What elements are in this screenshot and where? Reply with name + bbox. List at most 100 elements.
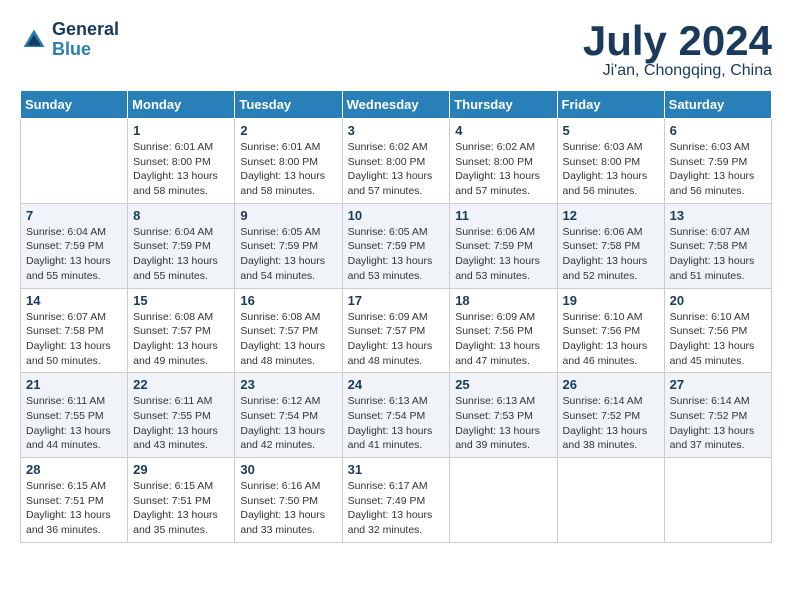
calendar-cell xyxy=(557,458,664,543)
calendar-cell: 7 Sunrise: 6:04 AMSunset: 7:59 PMDaylight… xyxy=(21,203,128,288)
day-info: Sunrise: 6:10 AMSunset: 7:56 PMDaylight:… xyxy=(563,310,659,369)
calendar-cell: 9 Sunrise: 6:05 AMSunset: 7:59 PMDaylight… xyxy=(235,203,342,288)
logo: General Blue xyxy=(20,20,119,60)
calendar-week-2: 7 Sunrise: 6:04 AMSunset: 7:59 PMDaylight… xyxy=(21,203,772,288)
day-number: 20 xyxy=(670,293,766,308)
calendar-cell: 3 Sunrise: 6:02 AMSunset: 8:00 PMDaylight… xyxy=(342,119,450,204)
day-number: 18 xyxy=(455,293,551,308)
calendar-week-4: 21 Sunrise: 6:11 AMSunset: 7:55 PMDayligh… xyxy=(21,373,772,458)
day-number: 7 xyxy=(26,208,122,223)
day-number: 14 xyxy=(26,293,122,308)
day-number: 3 xyxy=(348,123,445,138)
logo-icon xyxy=(20,26,48,54)
day-info: Sunrise: 6:09 AMSunset: 7:56 PMDaylight:… xyxy=(455,310,551,369)
day-info: Sunrise: 6:15 AMSunset: 7:51 PMDaylight:… xyxy=(26,479,122,538)
calendar-cell: 10 Sunrise: 6:05 AMSunset: 7:59 PMDayligh… xyxy=(342,203,450,288)
day-number: 22 xyxy=(133,377,229,392)
day-info: Sunrise: 6:05 AMSunset: 7:59 PMDaylight:… xyxy=(240,225,336,284)
day-info: Sunrise: 6:13 AMSunset: 7:53 PMDaylight:… xyxy=(455,394,551,453)
day-number: 16 xyxy=(240,293,336,308)
day-info: Sunrise: 6:09 AMSunset: 7:57 PMDaylight:… xyxy=(348,310,445,369)
calendar-cell: 5Sunrise: 6:03 AMSunset: 8:00 PMDaylight… xyxy=(557,119,664,204)
column-header-thursday: Thursday xyxy=(450,91,557,119)
day-number: 5 xyxy=(563,123,659,138)
calendar-cell: 12Sunrise: 6:06 AMSunset: 7:58 PMDayligh… xyxy=(557,203,664,288)
calendar-cell: 17 Sunrise: 6:09 AMSunset: 7:57 PMDayligh… xyxy=(342,288,450,373)
day-number: 10 xyxy=(348,208,445,223)
day-info: Sunrise: 6:02 AMSunset: 8:00 PMDaylight:… xyxy=(348,140,445,199)
day-info: Sunrise: 6:10 AMSunset: 7:56 PMDaylight:… xyxy=(670,310,766,369)
calendar-cell: 29 Sunrise: 6:15 AMSunset: 7:51 PMDayligh… xyxy=(128,458,235,543)
day-number: 21 xyxy=(26,377,122,392)
day-info: Sunrise: 6:06 AMSunset: 7:58 PMDaylight:… xyxy=(563,225,659,284)
calendar-cell xyxy=(450,458,557,543)
day-number: 17 xyxy=(348,293,445,308)
calendar-cell xyxy=(21,119,128,204)
day-number: 11 xyxy=(455,208,551,223)
calendar-cell: 8 Sunrise: 6:04 AMSunset: 7:59 PMDaylight… xyxy=(128,203,235,288)
day-number: 19 xyxy=(563,293,659,308)
day-info: Sunrise: 6:14 AMSunset: 7:52 PMDaylight:… xyxy=(563,394,659,453)
calendar-cell: 18 Sunrise: 6:09 AMSunset: 7:56 PMDayligh… xyxy=(450,288,557,373)
calendar-cell xyxy=(664,458,771,543)
day-number: 6 xyxy=(670,123,766,138)
day-number: 31 xyxy=(348,462,445,477)
calendar-cell: 22 Sunrise: 6:11 AMSunset: 7:55 PMDayligh… xyxy=(128,373,235,458)
day-number: 29 xyxy=(133,462,229,477)
day-info: Sunrise: 6:08 AMSunset: 7:57 PMDaylight:… xyxy=(133,310,229,369)
calendar-cell: 19 Sunrise: 6:10 AMSunset: 7:56 PMDayligh… xyxy=(557,288,664,373)
day-info: Sunrise: 6:04 AMSunset: 7:59 PMDaylight:… xyxy=(26,225,122,284)
day-info: Sunrise: 6:15 AMSunset: 7:51 PMDaylight:… xyxy=(133,479,229,538)
calendar-cell: 30 Sunrise: 6:16 AMSunset: 7:50 PMDayligh… xyxy=(235,458,342,543)
day-info: Sunrise: 6:06 AMSunset: 7:59 PMDaylight:… xyxy=(455,225,551,284)
calendar-cell: 6 Sunrise: 6:03 AMSunset: 7:59 PMDaylight… xyxy=(664,119,771,204)
calendar-week-3: 14 Sunrise: 6:07 AMSunset: 7:58 PMDayligh… xyxy=(21,288,772,373)
day-info: Sunrise: 6:01 AMSunset: 8:00 PMDaylight:… xyxy=(133,140,229,199)
day-info: Sunrise: 6:02 AMSunset: 8:00 PMDaylight:… xyxy=(455,140,551,199)
day-info: Sunrise: 6:11 AMSunset: 7:55 PMDaylight:… xyxy=(133,394,229,453)
day-info: Sunrise: 6:17 AMSunset: 7:49 PMDaylight:… xyxy=(348,479,445,538)
calendar-cell: 14 Sunrise: 6:07 AMSunset: 7:58 PMDayligh… xyxy=(21,288,128,373)
page-header: General Blue July 2024 Ji'an, Chongqing,… xyxy=(20,20,772,80)
calendar-cell: 2Sunrise: 6:01 AMSunset: 8:00 PMDaylight… xyxy=(235,119,342,204)
day-number: 27 xyxy=(670,377,766,392)
day-number: 13 xyxy=(670,208,766,223)
column-header-saturday: Saturday xyxy=(664,91,771,119)
day-info: Sunrise: 6:13 AMSunset: 7:54 PMDaylight:… xyxy=(348,394,445,453)
calendar-cell: 20 Sunrise: 6:10 AMSunset: 7:56 PMDayligh… xyxy=(664,288,771,373)
day-number: 1 xyxy=(133,123,229,138)
day-info: Sunrise: 6:14 AMSunset: 7:52 PMDaylight:… xyxy=(670,394,766,453)
day-number: 24 xyxy=(348,377,445,392)
calendar-cell: 24 Sunrise: 6:13 AMSunset: 7:54 PMDayligh… xyxy=(342,373,450,458)
day-number: 8 xyxy=(133,208,229,223)
calendar-week-5: 28 Sunrise: 6:15 AMSunset: 7:51 PMDayligh… xyxy=(21,458,772,543)
logo-text: General Blue xyxy=(52,20,119,60)
column-header-sunday: Sunday xyxy=(21,91,128,119)
day-info: Sunrise: 6:01 AMSunset: 8:00 PMDaylight:… xyxy=(240,140,336,199)
subtitle: Ji'an, Chongqing, China xyxy=(583,62,772,80)
column-header-wednesday: Wednesday xyxy=(342,91,450,119)
calendar-cell: 26Sunrise: 6:14 AMSunset: 7:52 PMDayligh… xyxy=(557,373,664,458)
day-info: Sunrise: 6:07 AMSunset: 7:58 PMDaylight:… xyxy=(670,225,766,284)
calendar-cell: 16 Sunrise: 6:08 AMSunset: 7:57 PMDayligh… xyxy=(235,288,342,373)
column-header-monday: Monday xyxy=(128,91,235,119)
day-number: 30 xyxy=(240,462,336,477)
day-info: Sunrise: 6:05 AMSunset: 7:59 PMDaylight:… xyxy=(348,225,445,284)
day-info: Sunrise: 6:11 AMSunset: 7:55 PMDaylight:… xyxy=(26,394,122,453)
calendar-cell: 4Sunrise: 6:02 AMSunset: 8:00 PMDaylight… xyxy=(450,119,557,204)
column-header-tuesday: Tuesday xyxy=(235,91,342,119)
day-info: Sunrise: 6:03 AMSunset: 7:59 PMDaylight:… xyxy=(670,140,766,199)
day-info: Sunrise: 6:08 AMSunset: 7:57 PMDaylight:… xyxy=(240,310,336,369)
title-block: July 2024 Ji'an, Chongqing, China xyxy=(583,20,772,80)
calendar-table: SundayMondayTuesdayWednesdayThursdayFrid… xyxy=(20,90,772,543)
day-info: Sunrise: 6:04 AMSunset: 7:59 PMDaylight:… xyxy=(133,225,229,284)
calendar-cell: 27 Sunrise: 6:14 AMSunset: 7:52 PMDayligh… xyxy=(664,373,771,458)
day-number: 9 xyxy=(240,208,336,223)
day-info: Sunrise: 6:12 AMSunset: 7:54 PMDaylight:… xyxy=(240,394,336,453)
day-info: Sunrise: 6:16 AMSunset: 7:50 PMDaylight:… xyxy=(240,479,336,538)
day-number: 28 xyxy=(26,462,122,477)
day-number: 23 xyxy=(240,377,336,392)
day-info: Sunrise: 6:07 AMSunset: 7:58 PMDaylight:… xyxy=(26,310,122,369)
calendar-cell: 28 Sunrise: 6:15 AMSunset: 7:51 PMDayligh… xyxy=(21,458,128,543)
calendar-cell: 13 Sunrise: 6:07 AMSunset: 7:58 PMDayligh… xyxy=(664,203,771,288)
